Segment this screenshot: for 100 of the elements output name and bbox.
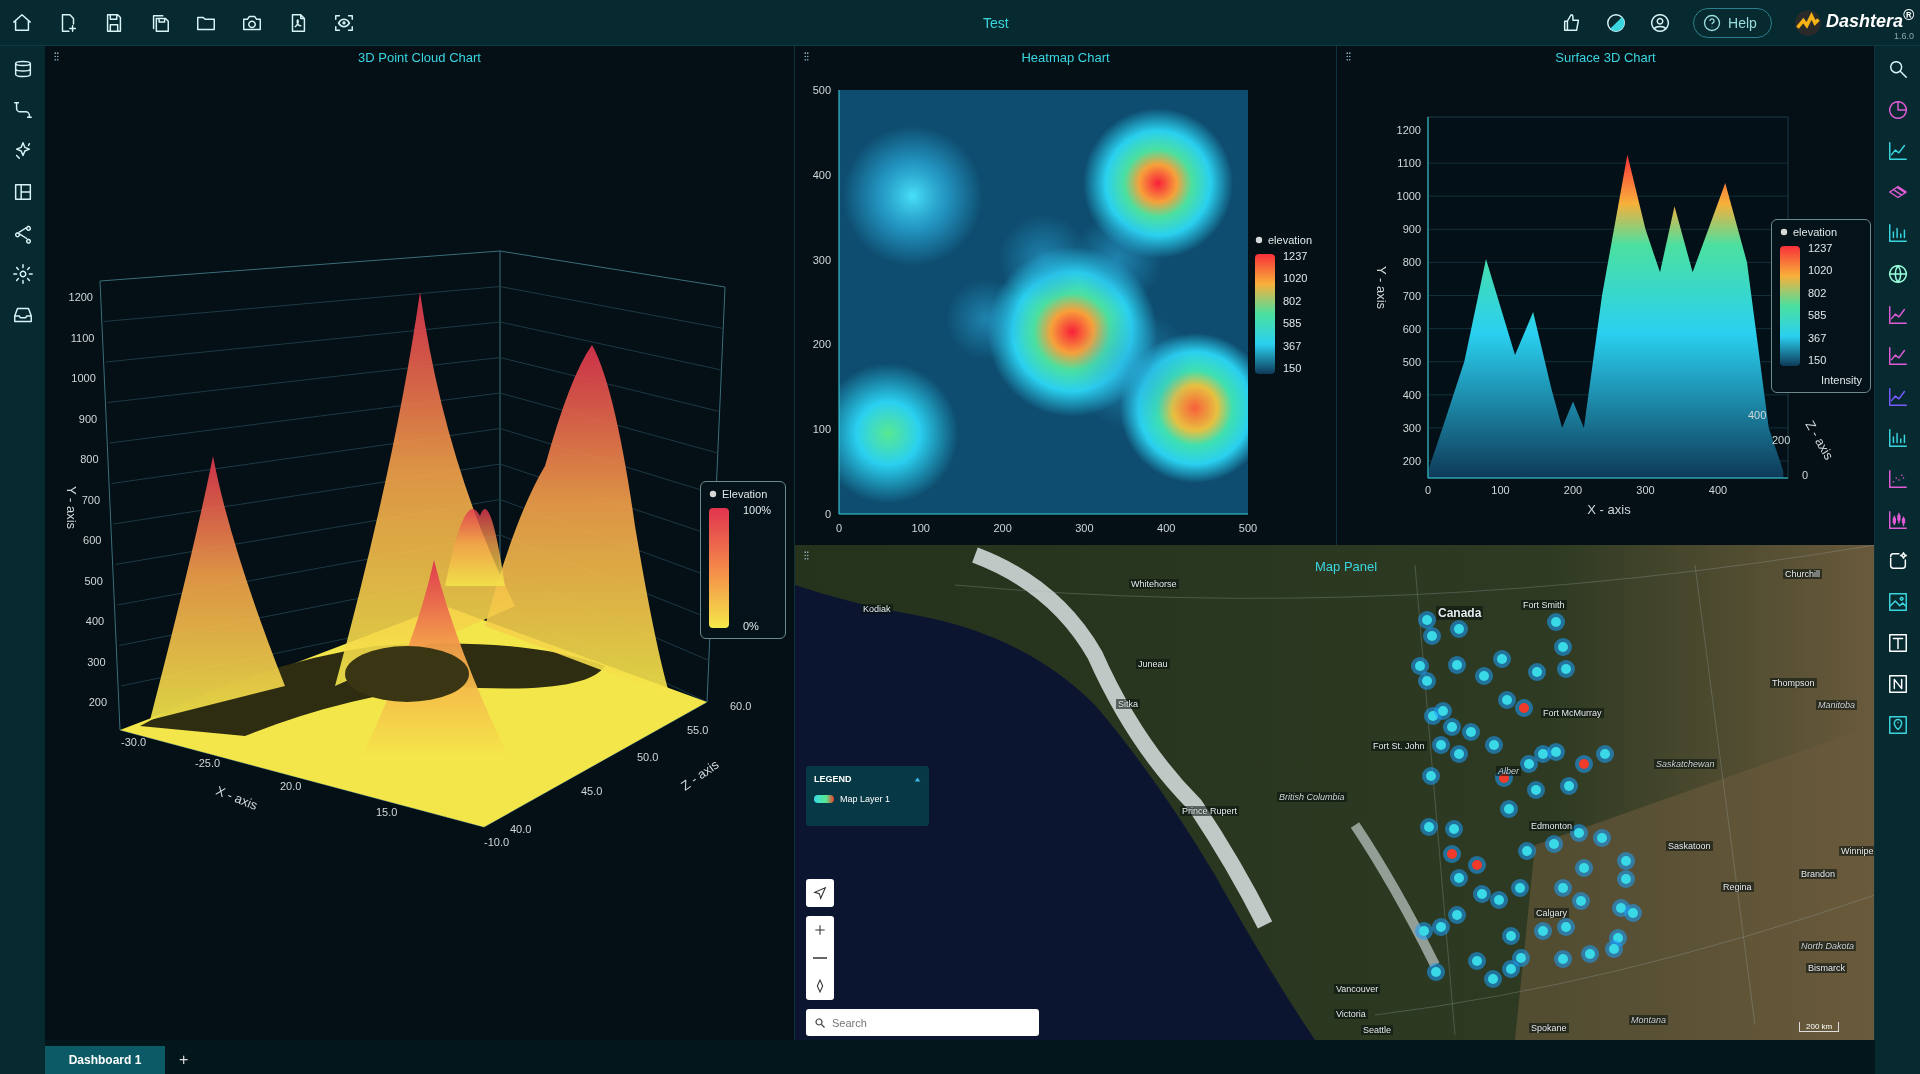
connector-icon[interactable] xyxy=(11,99,34,121)
drag-handle-icon[interactable] xyxy=(1346,51,1351,62)
map-label: Whitehorse xyxy=(1129,579,1179,589)
scale-label: 585 xyxy=(1283,317,1303,330)
axis-tick: 1000 xyxy=(1396,190,1421,203)
locate-button[interactable] xyxy=(806,879,834,907)
globe-icon[interactable] xyxy=(1886,263,1909,285)
axis-tick: 900 xyxy=(78,412,98,425)
add-tab-button[interactable]: + xyxy=(165,1046,203,1074)
axis-tick: 20.0 xyxy=(280,780,302,792)
legend-dot-icon xyxy=(709,490,717,498)
map-label: Edmonton xyxy=(1529,821,1575,831)
map-label: Fort McMurray xyxy=(1541,708,1604,718)
drag-handle-icon[interactable] xyxy=(54,51,59,62)
axis-tick: 200 xyxy=(1563,484,1583,496)
axis-tick: 45.0 xyxy=(581,785,603,797)
axis-label: Z - axis xyxy=(678,756,722,794)
map-label: Thompson xyxy=(1770,678,1817,688)
axis-tick: 0 xyxy=(835,522,843,534)
line-chart-icon[interactable] xyxy=(1886,140,1909,162)
panel-title: Map Panel xyxy=(1315,559,1378,574)
axis-tick: 300 xyxy=(87,655,106,668)
axis-tick: 600 xyxy=(1402,322,1421,335)
axis-tick: 600 xyxy=(83,534,102,546)
map-label: Saskatoon xyxy=(1666,841,1713,851)
axis-tick: 400 xyxy=(1748,409,1767,421)
scale-label: 0% xyxy=(743,620,760,632)
logo-icon xyxy=(1793,8,1822,37)
axis-tick: 1200 xyxy=(1396,124,1421,136)
box-chart-icon[interactable] xyxy=(1886,427,1909,449)
scatter-chart-icon[interactable] xyxy=(1886,468,1909,490)
axis-tick: 50.0 xyxy=(637,751,659,763)
legend-title: elevation xyxy=(1268,234,1313,246)
axis-tick: 200 xyxy=(88,696,107,708)
locate-arrow-icon xyxy=(812,885,828,901)
home-icon[interactable] xyxy=(11,11,33,34)
axis-label: X - axis xyxy=(1587,502,1631,517)
scale-label: 150 xyxy=(1283,361,1303,374)
text-icon[interactable] xyxy=(1886,632,1909,654)
axis-tick: 400 xyxy=(812,168,831,181)
legend-title: LEGEND xyxy=(814,774,852,784)
plus-icon xyxy=(812,922,828,938)
dashboard-title: Test xyxy=(983,14,1009,31)
axis-tick: 1000 xyxy=(71,372,96,384)
candlestick-chart-icon[interactable] xyxy=(1886,509,1909,531)
axis-tick: 1100 xyxy=(70,331,95,344)
legend-dot-icon xyxy=(1255,236,1263,244)
zoom-in-button[interactable] xyxy=(806,916,834,944)
collapse-icon[interactable] xyxy=(914,775,921,783)
bar-chart-icon[interactable] xyxy=(1886,222,1909,244)
scale-label: 802 xyxy=(1283,294,1303,307)
map-label: Juneau xyxy=(1136,659,1170,669)
map-label: Vancouver xyxy=(1334,984,1381,994)
scale-label: 802 xyxy=(1808,286,1828,299)
compass-button[interactable] xyxy=(806,972,834,1000)
note-icon[interactable] xyxy=(1886,673,1909,695)
axis-tick: 300 xyxy=(1636,484,1655,496)
map-label: Canada xyxy=(1436,606,1484,620)
axis-tick: -30.0 xyxy=(121,736,147,748)
user-icon[interactable] xyxy=(1649,11,1672,34)
image-icon[interactable] xyxy=(1886,591,1909,613)
axis-tick: 500 xyxy=(812,84,831,96)
line-chart-icon[interactable] xyxy=(1886,345,1909,367)
map-label: Winnipe xyxy=(1839,846,1874,856)
axis-tick: 300 xyxy=(1075,522,1094,534)
map-label: Churchill xyxy=(1783,569,1822,579)
area-chart-icon[interactable] xyxy=(1886,386,1909,408)
axis-tick: 400 xyxy=(1402,388,1421,401)
axis-tick: 800 xyxy=(1402,256,1421,269)
axis-label: Y - axis xyxy=(1374,266,1389,310)
legend-footer: Intensity xyxy=(1780,374,1862,386)
panel-title: Surface 3D Chart xyxy=(1555,49,1656,65)
scale-label: 1020 xyxy=(1808,264,1833,277)
dashboard-tab[interactable]: Dashboard 1 xyxy=(45,1046,165,1074)
axis-tick: 700 xyxy=(1402,289,1421,302)
axis-tick: -25.0 xyxy=(195,757,221,769)
axis-tick: 500 xyxy=(84,574,103,587)
scale-label: 367 xyxy=(1808,331,1828,344)
minus-icon xyxy=(812,957,828,959)
settings-icon[interactable] xyxy=(11,263,34,285)
search-field[interactable]: Search xyxy=(806,1009,1039,1036)
map-label: Victoria xyxy=(1334,1009,1368,1019)
axis-label: Z - axis xyxy=(1802,418,1837,463)
axis-tick: 0 xyxy=(824,508,831,520)
contrast-icon[interactable] xyxy=(1605,11,1628,34)
line-chart-icon[interactable] xyxy=(1886,304,1909,326)
axis-tick: -10.0 xyxy=(484,836,510,848)
drag-handle-icon[interactable] xyxy=(804,550,809,561)
map-label: Brandon xyxy=(1799,869,1838,879)
axis-tick: 100 xyxy=(1491,484,1510,496)
pie-chart-icon[interactable] xyxy=(1886,99,1909,121)
map-label: Prince Rupert xyxy=(1180,806,1240,816)
drag-handle-icon[interactable] xyxy=(804,51,809,62)
axis-tick: 1200 xyxy=(68,291,93,303)
map-label: Bismarck xyxy=(1806,963,1847,973)
map-label: Manitoba xyxy=(1816,700,1858,710)
scale-label: 1237 xyxy=(1808,242,1833,254)
axis-tick: 0 xyxy=(1802,469,1809,481)
map-pin-icon[interactable] xyxy=(1886,714,1909,736)
layer-swatch-icon[interactable] xyxy=(814,795,834,803)
